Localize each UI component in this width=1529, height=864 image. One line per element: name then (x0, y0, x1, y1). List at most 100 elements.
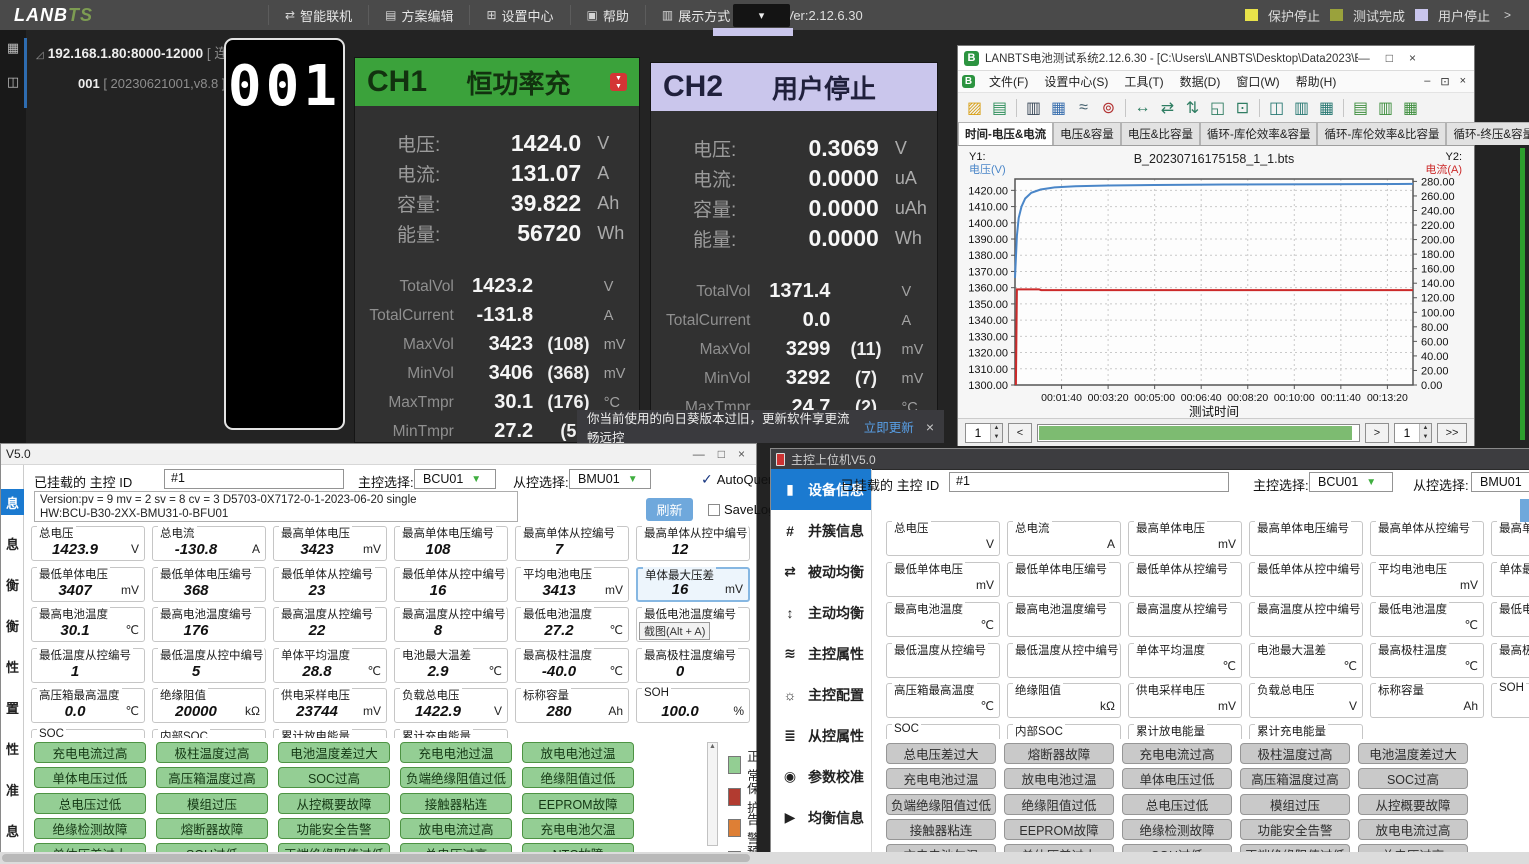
sidebar-item-partial[interactable]: 置 (1, 694, 24, 720)
alarm-button[interactable]: 负端绝缘阻值过低 (886, 794, 996, 815)
alarm-button[interactable]: EEPROM故障 (522, 793, 634, 814)
tab-循环-库伦效率&比容量[interactable]: 循环-库伦效率&比容量 (1317, 122, 1446, 145)
sidebar-item-partial[interactable]: 息 (1, 530, 24, 556)
field-cell[interactable]: 最高单体电压3423mV (273, 526, 387, 561)
sidebar-item-参数校准[interactable]: ◉参数校准 (771, 756, 871, 797)
alarm-button[interactable]: 放电电流过高 (1358, 819, 1468, 840)
mounted-id-input[interactable]: #1 (164, 469, 344, 489)
field-cell[interactable]: SOH100.0% (636, 688, 750, 723)
master-select[interactable]: BCU01▼ (414, 469, 496, 489)
alarm-button[interactable]: 总电压过低 (34, 793, 146, 814)
field-cell[interactable]: 负载总电压1422.9V (394, 688, 508, 723)
alarm-button[interactable]: 从控概要故障 (278, 793, 390, 814)
sidebar-item-partial[interactable]: 性 (1, 653, 24, 679)
alarm-button[interactable]: 熔断器故障 (1004, 743, 1114, 764)
alarm-button[interactable]: 高压箱温度过高 (156, 767, 268, 788)
close-icon[interactable]: × (1460, 75, 1466, 88)
alarm-button[interactable]: SOC过高 (1358, 768, 1468, 789)
field-cell[interactable]: 最低单体电压编号368 (152, 567, 266, 602)
scroll-prev-button[interactable]: < (1008, 423, 1032, 443)
mounted-id-input[interactable]: #1 (949, 472, 1229, 492)
menu-文件(F)[interactable]: 文件(F) (981, 73, 1036, 90)
compress-icon[interactable]: ⇄ (1156, 96, 1179, 119)
tree-root-node[interactable]: ◿192.168.1.80:8000-12000 [ 连接 (36, 42, 226, 62)
chevron-right-icon[interactable]: > (1504, 8, 1511, 22)
slave-select[interactable]: BMU01▼ (1471, 472, 1529, 492)
field-cell[interactable]: 最高温度从控中编号8 (394, 607, 508, 642)
topbar-item-方案编辑[interactable]: ▤方案编辑 (369, 5, 470, 25)
field-cell[interactable]: 供电采样电压mV (1128, 683, 1242, 718)
field-cell[interactable]: 最低电池温度编号 (1491, 602, 1529, 637)
scroll-last-button[interactable]: >> (1437, 423, 1467, 443)
field-cell[interactable]: 最高极柱温度-40.0℃ (515, 648, 629, 683)
field-cell[interactable]: 最低电池温度27.2℃ (515, 607, 629, 642)
alarm-button[interactable]: 高压箱温度过高 (1240, 768, 1350, 789)
alarm-button[interactable]: 总电压过低 (1122, 794, 1232, 815)
sidebar-item-被动均衡[interactable]: ⇄被动均衡 (771, 551, 871, 592)
split-two-icon[interactable]: ◫ (1265, 96, 1288, 119)
field-cell[interactable]: 单体最大压差mV (1491, 562, 1529, 597)
field-cell[interactable]: 最低单体电压mV (886, 562, 1000, 597)
alarm-button[interactable]: 充电电流过高 (34, 742, 146, 763)
sidebar-item-均衡信息[interactable]: ▶均衡信息 (771, 797, 871, 838)
field-cell[interactable]: 最高单体从控中编号 (1491, 521, 1529, 556)
field-cell[interactable]: 最低单体从控编号23 (273, 567, 387, 602)
field-cell[interactable]: 最低单体从控编号 (1128, 562, 1242, 597)
field-cell[interactable]: 标称容量Ah (1370, 683, 1484, 718)
master-select[interactable]: BCU01▼ (1309, 472, 1393, 492)
channel1-alert-icon[interactable]: ▼▼ (610, 73, 627, 91)
spinner-arrows-icon[interactable]: ▲▼ (1419, 424, 1431, 442)
list-two-icon[interactable]: ▥ (1374, 96, 1397, 119)
channel1-header[interactable]: CH1 恒功率充 ▼▼ (355, 58, 639, 106)
menu-窗口(W)[interactable]: 窗口(W) (1228, 73, 1287, 90)
restore-icon[interactable]: ⊡ (1440, 75, 1449, 88)
alarm-button[interactable]: 电池温度差过大 (278, 742, 390, 763)
alarm-button[interactable]: 接触器粘连 (400, 793, 512, 814)
field-cell[interactable]: 最高极柱温度℃ (1370, 643, 1484, 678)
field-cell[interactable]: 最高温度从控编号 (1128, 602, 1242, 637)
field-cell[interactable]: 单体平均温度℃ (1128, 643, 1242, 678)
field-cell[interactable]: 最高单体从控编号 (1370, 521, 1484, 556)
channel2-header[interactable]: CH2 用户停止 (651, 63, 937, 111)
alarm-button[interactable]: 绝缘检测故障 (1122, 819, 1232, 840)
alarm-button[interactable]: 模组过压 (1240, 794, 1350, 815)
tree-child-node[interactable]: 001 [ 20230621001,v8.8 ] (78, 76, 226, 91)
field-cell[interactable]: 绝缘阻值kΩ (1007, 683, 1121, 718)
menu-工具(T)[interactable]: 工具(T) (1116, 73, 1171, 90)
alarm-button[interactable]: 绝缘阻值过低 (522, 767, 634, 788)
minimize-icon[interactable]: – (1424, 75, 1430, 88)
alarm-button[interactable]: 接触器粘连 (886, 819, 996, 840)
alarm-button[interactable]: 充电电池欠温 (522, 818, 634, 839)
alarm-button[interactable]: SOC过高 (278, 767, 390, 788)
field-cell[interactable]: 总电流-130.8A (152, 526, 266, 561)
expand-icon[interactable]: ◱ (1206, 96, 1229, 119)
update-now-link[interactable]: 立即更新 (864, 417, 914, 436)
sidebar-item-partial[interactable]: 息 (1, 817, 24, 843)
field-cell[interactable]: 平均电池电压3413mV (515, 567, 629, 602)
field-cell[interactable]: 电池最大温差2.9℃ (394, 648, 508, 683)
field-cell[interactable]: 最高单体从控中编号12 (636, 526, 750, 561)
alarm-button[interactable]: 极柱温度过高 (156, 742, 268, 763)
chart-scrollbar[interactable] (1037, 424, 1360, 442)
report-icon[interactable]: ▦ (1047, 96, 1070, 119)
maximize-icon[interactable]: □ (718, 447, 725, 461)
sidebar-item-partial[interactable]: 衡 (1, 612, 24, 638)
alarm-button[interactable]: 充电电池过温 (400, 742, 512, 763)
field-cell[interactable]: 最低单体电压3407mV (31, 567, 145, 602)
alarm-button[interactable]: 绝缘阻值过低 (1004, 794, 1114, 815)
field-cell[interactable]: 最低单体电压编号 (1007, 562, 1121, 597)
split-four-icon[interactable]: ▦ (1315, 96, 1338, 119)
close-icon[interactable]: × (738, 447, 745, 461)
alarm-button[interactable]: 模组过压 (156, 793, 268, 814)
field-cell[interactable]: 最低电池温度编号截图(Alt + A) (636, 607, 750, 642)
device-icon[interactable]: ▦ (0, 40, 26, 56)
right-page-spinner[interactable]: 1 ▲▼ (1394, 423, 1432, 443)
split-three-icon[interactable]: ▥ (1290, 96, 1313, 119)
minimize-icon[interactable]: — (1358, 51, 1370, 65)
bottom-scrollbar-thumb[interactable] (2, 854, 750, 862)
savelog-checkbox[interactable]: SaveLog (708, 502, 775, 517)
curve-icon[interactable]: ≈ (1072, 96, 1095, 119)
field-cell[interactable]: 单体平均温度28.8℃ (273, 648, 387, 683)
menu-帮助(H)[interactable]: 帮助(H) (1288, 73, 1345, 90)
field-cell[interactable]: 最低温度从控中编号5 (152, 648, 266, 683)
